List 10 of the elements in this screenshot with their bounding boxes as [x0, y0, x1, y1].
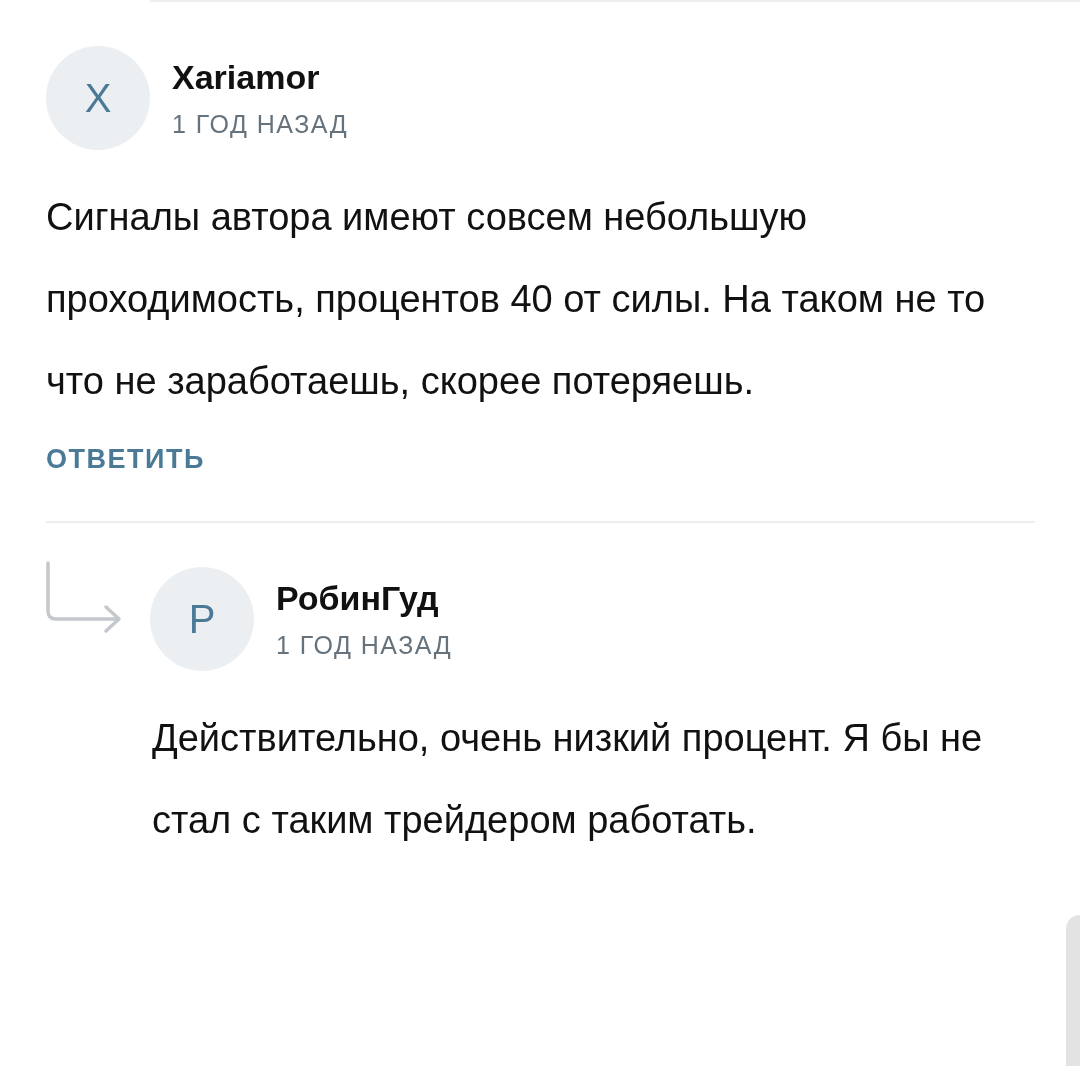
comment-text: Сигналы автора имеют совсем небольшую проходимость, процентов 40 от силы. На таком не то что не заработаешь, скорее потеряешь. — [46, 195, 987, 404]
avatar: X — [46, 46, 150, 150]
reply-button[interactable]: ОТВЕТИТЬ — [46, 444, 205, 475]
comment-text: Действительно, очень низкий процент. Я бы не стал с таким трейдером работать. — [152, 716, 984, 843]
timestamp: 1 ГОД НАЗАД — [172, 109, 349, 139]
avatar: Р — [150, 567, 254, 671]
author-name: Xariamor — [172, 57, 321, 97]
scrollbar[interactable] — [1066, 915, 1080, 1066]
timestamp: 1 ГОД НАЗАД — [276, 630, 453, 660]
author-name: РобинГуд — [276, 578, 440, 618]
